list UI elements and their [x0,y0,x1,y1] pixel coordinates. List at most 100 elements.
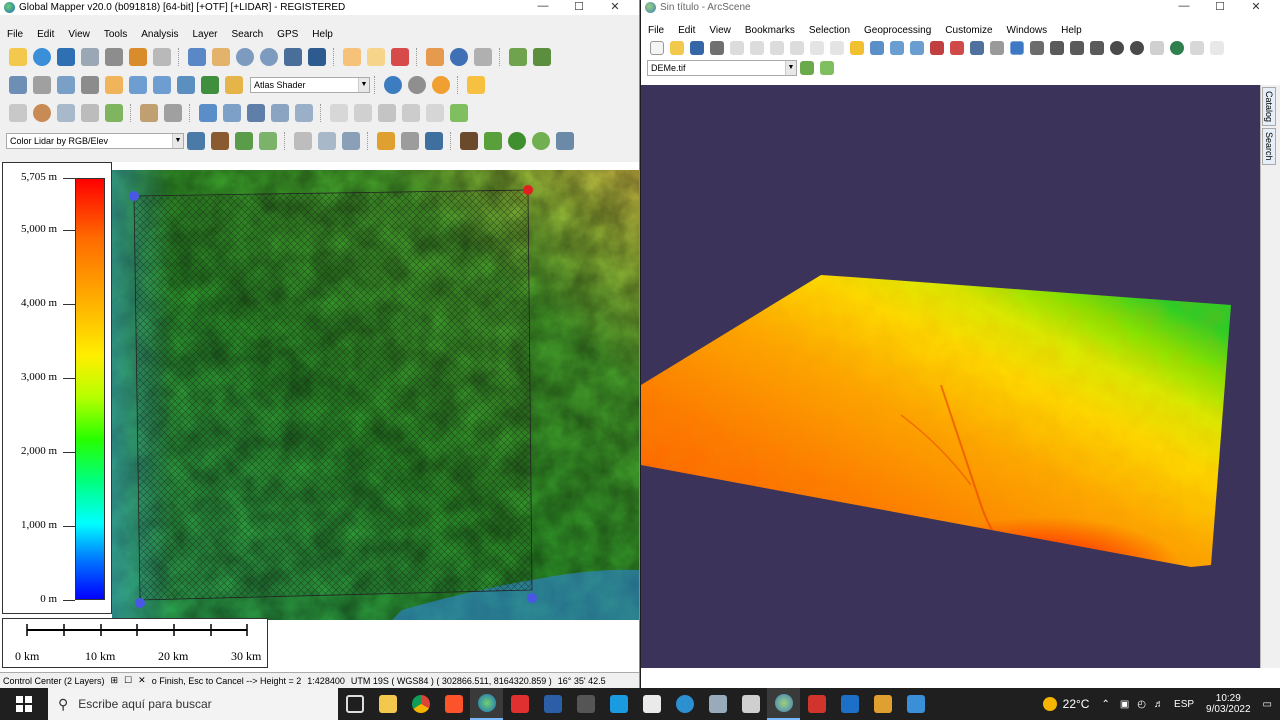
3d-effects-icon[interactable] [820,61,834,75]
delete-x-icon[interactable] [391,48,409,66]
shader-toggle-icon[interactable] [105,76,123,94]
open-folder-icon[interactable] [9,48,27,66]
map-view[interactable]: 5,705 m 5,000 m 4,000 m 3,000 m 2,000 m 1,000… [0,162,640,672]
as-menu-customize[interactable]: Customize [938,25,999,36]
taskbar-app[interactable] [833,688,866,720]
daylight-icon[interactable] [432,76,450,94]
ground-icon[interactable] [460,132,478,150]
digitize-select-icon[interactable] [367,48,385,66]
grid-icon[interactable] [57,76,75,94]
network-icon[interactable]: ▣ [1120,699,1129,710]
shader-select[interactable]: Atlas Shader ▼ [250,77,370,93]
lidar-net-icon[interactable] [425,132,443,150]
as-menu-bookmarks[interactable]: Bookmarks [738,25,802,36]
weather-sun-icon[interactable] [1042,697,1057,711]
restore-icon[interactable]: ☐ [121,675,135,686]
terrain-profile-icon[interactable] [509,48,527,66]
snap-icon[interactable] [354,104,372,122]
minimize-icon[interactable]: — [525,0,561,13]
lidar-select-icon[interactable] [318,132,336,150]
tree-icon[interactable] [508,132,526,150]
buffer-icon[interactable] [378,104,396,122]
reshape-icon[interactable] [247,104,265,122]
paint-icon[interactable] [105,104,123,122]
new-doc-icon[interactable] [650,41,664,55]
taskbar-arcgis[interactable] [668,688,701,720]
copy-icon[interactable] [750,41,764,55]
taskbar-3d-app[interactable] [536,688,569,720]
vegetation-icon[interactable] [484,132,502,150]
as-menu-edit[interactable]: Edit [671,25,702,36]
elevation-icon[interactable] [153,76,171,94]
rotate-icon[interactable] [223,104,241,122]
wifi-icon[interactable]: ◴ [1137,699,1146,710]
crop-icon[interactable] [426,104,444,122]
as-menu-help[interactable]: Help [1054,25,1089,36]
chevron-up-icon[interactable]: ⌃ [1101,699,1109,710]
redo-icon[interactable] [830,41,844,55]
volume-icon[interactable]: ♬ [1154,699,1164,710]
set-observer-icon[interactable] [1090,41,1104,55]
as-menu-file[interactable]: File [641,25,671,36]
catalog-icon[interactable] [910,41,924,55]
taskbar-app[interactable] [701,688,734,720]
as-menu-windows[interactable]: Windows [1000,25,1055,36]
cut-icon[interactable] [730,41,744,55]
close-icon[interactable]: ✕ [1238,0,1274,13]
start-button[interactable] [0,688,48,720]
delete-icon[interactable] [790,41,804,55]
layer-properties-icon[interactable] [870,41,884,55]
zoom-in-icon[interactable] [236,48,254,66]
taskbar-brave[interactable] [437,688,470,720]
3d-scene-view[interactable] [641,85,1260,668]
contour-icon[interactable] [129,76,147,94]
pin-icon[interactable]: ⊞ [108,675,122,686]
dem-surface[interactable] [641,85,1260,668]
split-icon[interactable] [271,104,289,122]
filter-icon[interactable] [377,132,395,150]
terrain-shader-icon[interactable] [225,76,243,94]
gm-menu-file[interactable]: File [0,29,30,40]
view-shed-icon[interactable] [533,48,551,66]
layer-select[interactable]: DEMe.tif ▼ [647,60,797,76]
lidar-classify-icon[interactable] [235,132,253,150]
mountain-icon[interactable] [201,76,219,94]
minimize-icon[interactable]: — [1166,0,1202,13]
taskbar-search[interactable]: ⚲ Escribe aquí para buscar [48,688,338,720]
wrench-icon[interactable] [105,48,123,66]
as-titlebar[interactable]: Sin título - ArcScene — ☐ ✕ [641,0,1280,15]
temperature[interactable]: 22°C [1063,697,1090,711]
back-arrow-icon[interactable] [284,48,302,66]
control-center-tab[interactable]: Control Center (2 Layers) [0,676,108,686]
add-data-icon[interactable] [850,41,864,55]
as-menu-selection[interactable]: Selection [802,25,857,36]
3d-view-icon[interactable] [81,76,99,94]
taskbar-acrobat[interactable] [503,688,536,720]
lidar-mesh-icon[interactable] [259,132,277,150]
pan-hand-icon[interactable] [1150,41,1164,55]
taskbar-app[interactable] [800,688,833,720]
projection-globe-icon[interactable] [384,76,402,94]
navigate-icon[interactable] [1010,41,1024,55]
measure-icon[interactable] [450,104,468,122]
globe-icon[interactable] [33,48,51,66]
measure-ruler-icon[interactable] [426,48,444,66]
close-icon[interactable]: ✕ [597,0,633,13]
target-center-icon[interactable] [1050,41,1064,55]
move-icon[interactable] [199,104,217,122]
vertical-exaggeration-icon[interactable] [177,76,195,94]
taskbar-app[interactable] [569,688,602,720]
elevation-map[interactable] [112,170,640,620]
gm-menu-tools[interactable]: Tools [97,29,134,40]
vertex-handle-active[interactable] [523,185,533,195]
layers-icon[interactable] [129,48,147,66]
save-icon[interactable] [57,48,75,66]
gm-menu-analysis[interactable]: Analysis [134,29,185,40]
table-icon[interactable] [890,41,904,55]
feature-edit-icon[interactable] [140,104,158,122]
gm-menu-search[interactable]: Search [224,29,270,40]
undo-icon[interactable] [810,41,824,55]
zoom-out-icon[interactable] [260,48,278,66]
fly-icon[interactable] [1030,41,1044,55]
digitize-pencil-icon[interactable] [343,48,361,66]
